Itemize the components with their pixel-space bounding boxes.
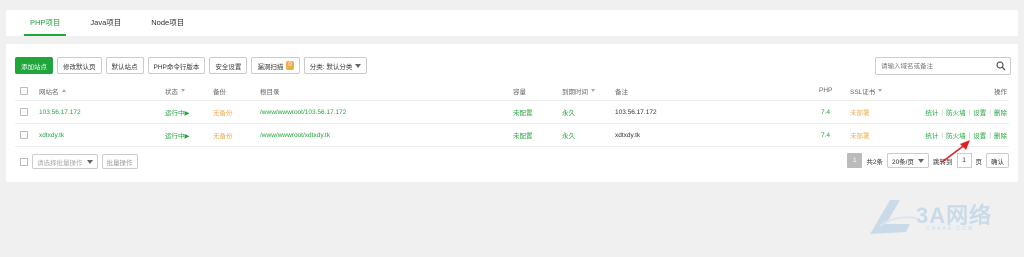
delete-link[interactable]: 删除 [994,130,1007,140]
php-cli-version-button[interactable]: PHP命令行版本 [147,57,206,74]
col-expire[interactable]: 到期时间 [562,81,595,100]
pagination: 1 共2条 20条/页 跳转到 1 页 确认 [847,153,1009,168]
root-dir-link[interactable]: /www/wwwroot/xdtxdy.tk [260,124,330,146]
vuln-count-badge: 0 [286,61,294,70]
table-row: 103.56.17.172 运行中▶ 无备份 /www/wwwroot/103.… [15,101,1009,124]
backup-link[interactable]: 无备份 [213,124,233,146]
stats-link[interactable]: 统计 [925,130,938,140]
batch-operation-select[interactable]: 请选择批量操作 [32,154,98,169]
watermark-logo: 3A网络 CNAAA.COM [866,194,1006,238]
backup-link[interactable]: 无备份 [213,101,233,123]
tab-php[interactable]: PHP项目 [18,10,72,36]
category-label: 分类: 默认分类 [309,63,353,71]
default-site-button[interactable]: 默认站点 [105,57,144,74]
security-settings-button[interactable]: 安全设置 [209,57,248,74]
table-header: 网站名 状态 备份 根目录 容量 到期时间 备注 PHP SSL证书 操作 [15,81,1009,101]
per-page-select[interactable]: 20条/页 [886,153,929,168]
delete-link[interactable]: 删除 [994,107,1007,117]
chevron-down-icon [918,158,924,163]
table-row: xdtxdy.tk 运行中▶ 无备份 /www/wwwroot/xdtxdy.t… [15,124,1009,147]
confirm-button[interactable]: 确认 [986,153,1009,168]
add-site-button[interactable]: 添加站点 [15,57,53,74]
remark-text[interactable]: 103.56.17.172 [615,101,657,123]
chevron-down-icon [86,159,93,164]
firewall-link[interactable]: 防火墙 [946,107,966,117]
ssl-link[interactable]: 未部署 [850,101,870,123]
total-count: 共2条 [866,158,883,166]
sort-desc-icon [181,89,185,92]
col-ssl[interactable]: SSL证书 [850,81,883,100]
col-status[interactable]: 状态 [165,81,185,100]
tab-node[interactable]: Node项目 [139,10,196,36]
search-icon[interactable] [996,61,1006,73]
sort-asc-icon [61,89,66,92]
root-dir-link[interactable]: /www/wwwroot/103.56.17.172 [260,101,346,123]
modify-default-page-button[interactable]: 修改默认页 [57,57,102,74]
sort-desc-icon [878,89,883,92]
row-checkbox[interactable] [20,108,28,116]
status-toggle[interactable]: 运行中▶ [165,124,190,146]
row-checkbox[interactable] [20,131,28,139]
site-name-link[interactable]: xdtxdy.tk [39,124,64,146]
table-footer: 请选择批量操作 批量操作 1 共2条 20条/页 跳转到 1 页 确认 [15,153,1009,171]
site-list-panel: 添加站点 修改默认页 默认站点 PHP命令行版本 安全设置 漏洞扫描 0 分类:… [6,44,1018,182]
toolbar: 添加站点 修改默认页 默认站点 PHP命令行版本 安全设置 漏洞扫描 0 分类:… [15,57,368,74]
col-backup: 备份 [213,88,226,96]
col-ops: 操作 [994,88,1007,96]
col-site-name[interactable]: 网站名 [39,81,66,100]
col-php: PHP [819,87,833,94]
ssl-link[interactable]: 未部署 [850,124,870,146]
watermark-sub: CNAAA.COM [926,226,975,232]
php-version-link[interactable]: 7.4 [821,124,830,146]
category-dropdown[interactable]: 分类: 默认分类 [303,57,368,74]
footer-select-all-checkbox[interactable] [20,157,28,166]
col-root-dir: 根目录 [260,88,280,96]
remark-text[interactable]: xdtxdy.tk [615,124,640,146]
php-version-link[interactable]: 7.4 [821,101,830,123]
current-page[interactable]: 1 [847,153,863,168]
capacity-link[interactable]: 未配置 [513,101,533,123]
stats-link[interactable]: 统计 [925,107,938,117]
sort-desc-icon [591,89,595,92]
capacity-link[interactable]: 未配置 [513,124,533,146]
site-table: 网站名 状态 备份 根目录 容量 到期时间 备注 PHP SSL证书 操作 10… [15,81,1009,147]
settings-link[interactable]: 设置 [973,107,986,117]
annotation-arrow-icon [941,140,970,163]
search-box [875,57,1011,75]
status-toggle[interactable]: 运行中▶ [165,101,190,123]
project-tabs: PHP项目 Java项目 Node项目 [6,10,1018,36]
site-name-link[interactable]: 103.56.17.172 [39,101,81,123]
page-unit-label: 页 [975,158,983,166]
select-all-checkbox[interactable] [20,86,28,95]
tab-java[interactable]: Java项目 [78,10,133,36]
search-input[interactable] [876,62,991,70]
expire-link[interactable]: 永久 [562,101,575,123]
chevron-down-icon [355,63,362,68]
col-capacity: 容量 [513,88,526,96]
expire-link[interactable]: 永久 [562,124,575,146]
col-remark: 备注 [615,88,628,96]
row-ops: 统计 | 防火墙 | 设置 | 删除 [925,107,1007,118]
batch-operation-button[interactable]: 批量操作 [101,154,138,169]
vuln-scan-label: 漏洞扫描 [257,63,284,71]
vuln-scan-button[interactable]: 漏洞扫描 0 [251,57,300,74]
logo-icon [870,200,917,234]
